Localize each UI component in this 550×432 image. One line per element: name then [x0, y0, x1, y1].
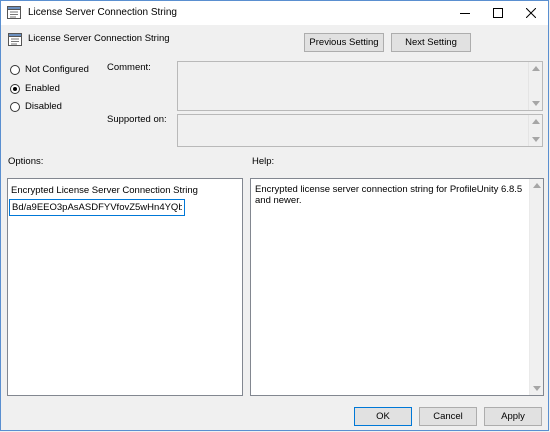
options-label: Options: — [8, 156, 44, 167]
help-label: Help: — [252, 156, 275, 167]
scroll-down-icon[interactable] — [532, 137, 540, 142]
help-scrollbar[interactable] — [529, 179, 543, 395]
scroll-up-icon[interactable] — [532, 66, 540, 71]
radio-label: Enabled — [25, 83, 60, 94]
radio-circle[interactable] — [10, 64, 20, 75]
setting-title: License Server Connection String — [28, 33, 170, 44]
next-setting-button[interactable]: Next Setting — [391, 33, 471, 52]
scroll-up-icon[interactable] — [533, 183, 541, 188]
maximize-button[interactable] — [481, 1, 515, 25]
scroll-down-icon[interactable] — [532, 101, 540, 106]
ok-button[interactable]: OK — [354, 407, 412, 426]
window-title: License Server Connection String — [28, 7, 177, 18]
options-panel: Encrypted License Server Connection Stri… — [7, 178, 243, 396]
radio-circle[interactable] — [10, 101, 20, 112]
supported-on-field — [177, 114, 543, 147]
disabled-radio[interactable]: Disabled — [10, 101, 62, 112]
connection-string-input[interactable] — [9, 199, 185, 216]
policy-setting-icon — [7, 6, 21, 19]
not-configured-radio[interactable]: Not Configured — [10, 64, 89, 75]
title-bar: License Server Connection String — [1, 1, 548, 25]
cancel-button[interactable]: Cancel — [419, 407, 477, 426]
scroll-up-icon[interactable] — [532, 119, 540, 124]
maximize-icon — [493, 8, 503, 18]
radio-circle[interactable] — [10, 83, 20, 94]
comment-field[interactable] — [177, 61, 543, 111]
minimize-icon — [460, 13, 470, 14]
policy-setting-icon — [8, 33, 22, 46]
comment-scrollbar[interactable] — [528, 62, 542, 110]
help-text: Encrypted license server connection stri… — [255, 184, 523, 206]
radio-label: Disabled — [25, 101, 62, 112]
minimize-button[interactable] — [448, 1, 482, 25]
previous-setting-button[interactable]: Previous Setting — [304, 33, 384, 52]
enabled-radio[interactable]: Enabled — [10, 83, 60, 94]
supported-on-scrollbar[interactable] — [528, 115, 542, 146]
close-button[interactable] — [514, 1, 548, 25]
apply-button[interactable]: Apply — [484, 407, 542, 426]
help-panel: Encrypted license server connection stri… — [250, 178, 544, 396]
comment-label: Comment: — [107, 62, 151, 73]
supported-on-label: Supported on: — [107, 114, 167, 125]
policy-setting-dialog: License Server Connection String License… — [0, 0, 549, 431]
scroll-down-icon[interactable] — [533, 386, 541, 391]
radio-label: Not Configured — [25, 64, 89, 75]
close-icon — [526, 8, 536, 18]
connection-string-label: Encrypted License Server Connection Stri… — [11, 185, 198, 196]
